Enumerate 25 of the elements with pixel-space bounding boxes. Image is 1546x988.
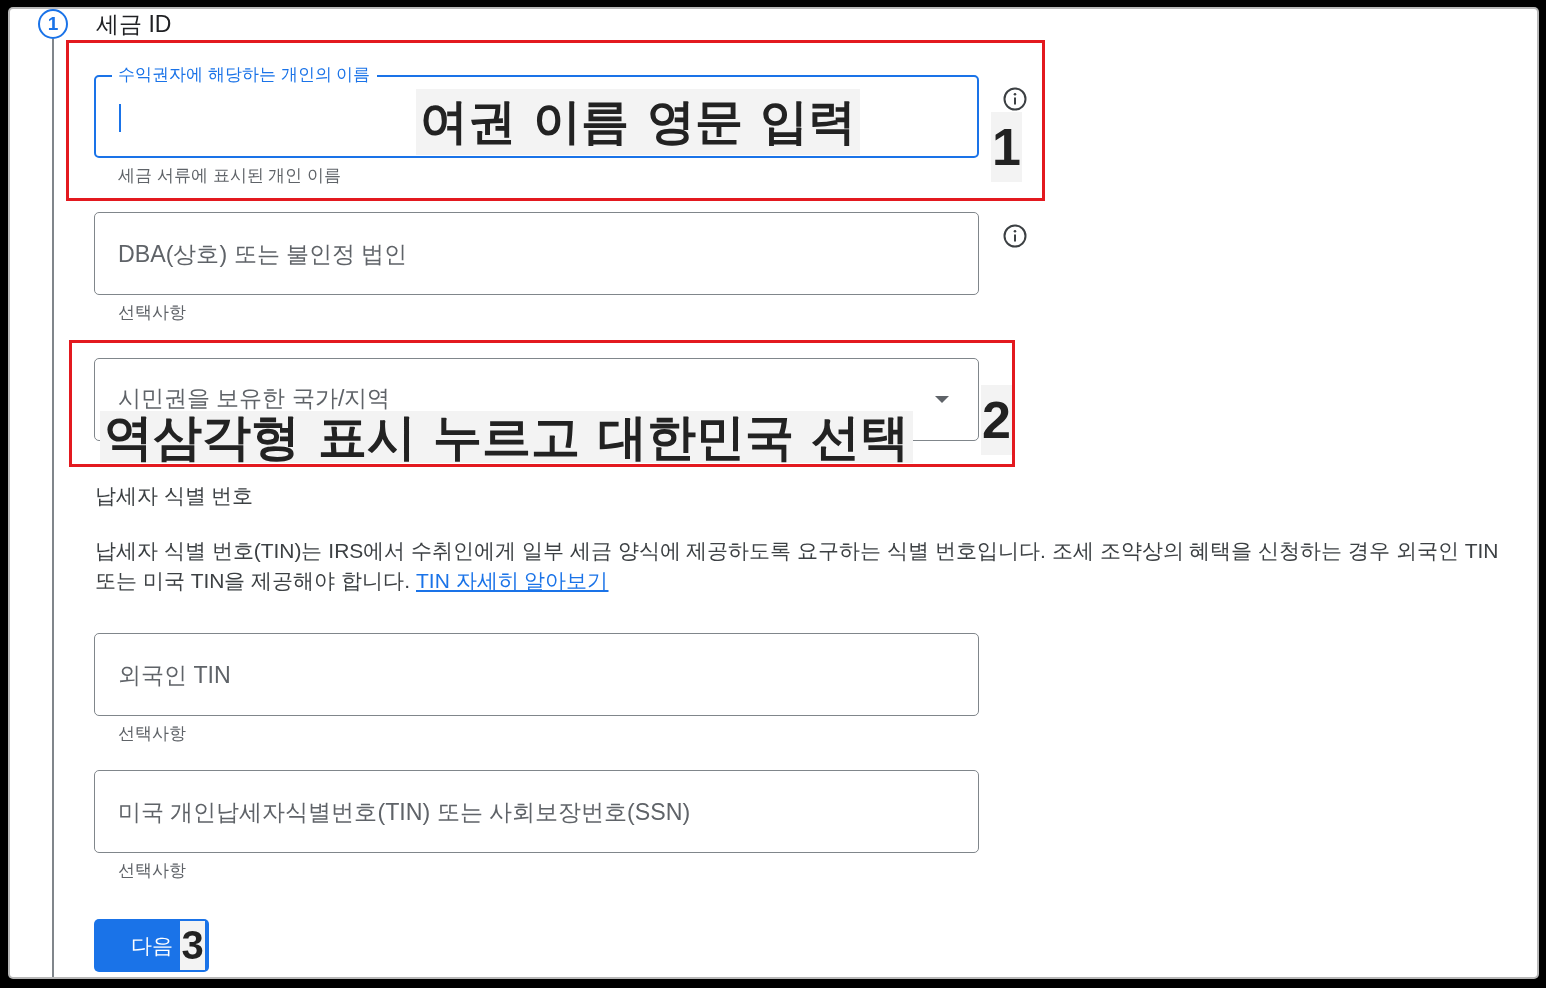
text-field[interactable]: DBA(상호) 또는 불인정 법인 bbox=[94, 212, 979, 295]
caret-down-icon bbox=[935, 396, 949, 403]
field-label: 시민권을 보유한 국가/지역 bbox=[118, 385, 391, 410]
tin-description: 납세자 식별 번호(TIN)는 IRS에서 수취인에게 일부 세금 양식에 제공하도록 요구하는 식별 번호입니다. 조세 조약상의 혜택을 신청하는 경우 외국인 TIN 또는 미국 TIN을 제공해야 합니다. TIN 자세히 알아보기 bbox=[95, 538, 1500, 594]
info-icon[interactable] bbox=[1003, 224, 1027, 248]
text-field[interactable]: 미국 개인납세자식별번호(TIN) 또는 사회보장번호(SSN) bbox=[94, 770, 979, 853]
callout-tooltip: 역삼각형 표시 누르고 대한민국 선택 bbox=[100, 411, 914, 463]
text-cursor bbox=[119, 103, 121, 132]
step-number: 1 bbox=[38, 9, 68, 39]
helper-text: 선택사항 bbox=[118, 723, 186, 743]
text-field[interactable]: 외국인 TIN bbox=[94, 633, 979, 716]
field-label: 미국 개인납세자식별번호(TIN) 또는 사회보장번호(SSN) bbox=[118, 798, 691, 825]
field-label: 외국인 TIN bbox=[118, 661, 231, 688]
section-heading: 납세자 식별 번호 bbox=[95, 483, 254, 509]
helper-text: 선택사항 bbox=[118, 860, 186, 880]
step-title: 세금 ID bbox=[95, 10, 172, 39]
learn-more-link[interactable]: TIN 자세히 알아보기 bbox=[416, 569, 609, 592]
callout-number-tooltip: 3 bbox=[180, 921, 205, 970]
field-label: DBA(상호) 또는 불인정 법인 bbox=[118, 240, 408, 267]
info-icon[interactable] bbox=[1003, 87, 1027, 111]
helper-text: 선택사항 bbox=[118, 302, 186, 322]
helper-text: 세금 서류에 표시된 개인 이름 bbox=[118, 165, 342, 185]
callout-number-tooltip: 1 bbox=[991, 112, 1022, 182]
callout-number-tooltip: 2 bbox=[981, 385, 1012, 455]
callout-tooltip: 여권 이름 영문 입력 bbox=[416, 89, 860, 155]
